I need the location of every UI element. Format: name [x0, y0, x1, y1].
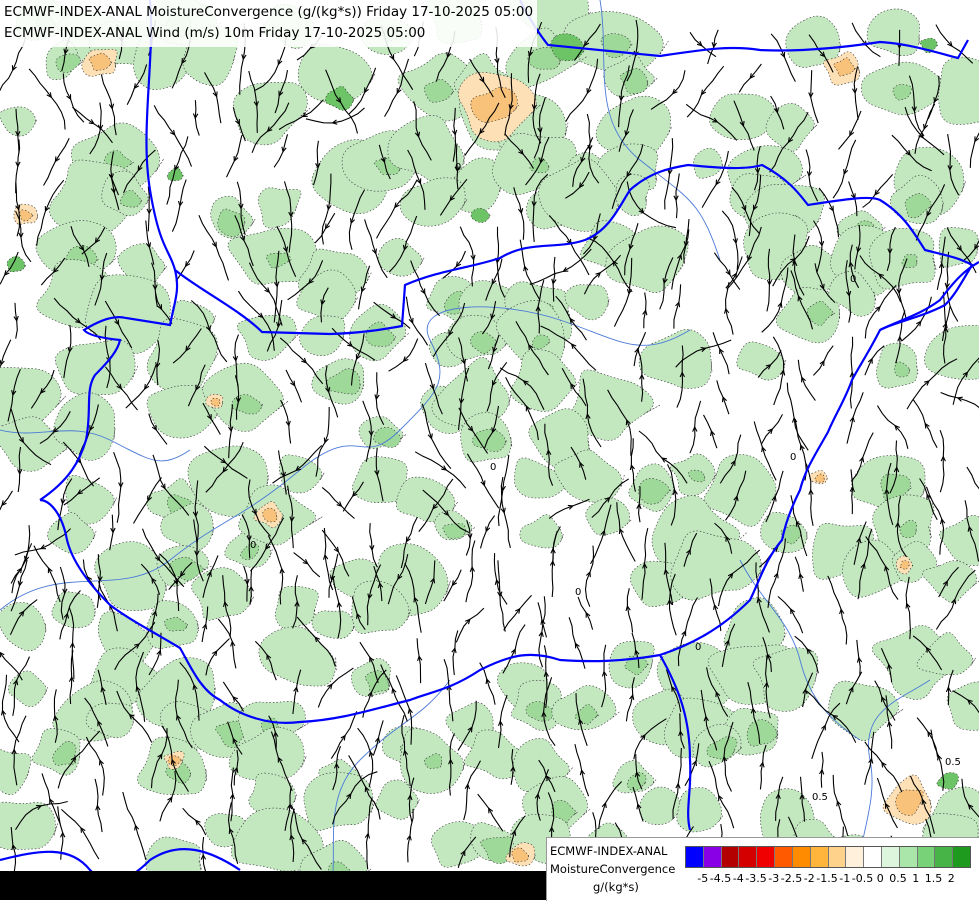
legend-tick: -3 [768, 872, 780, 885]
legend-color-0 [686, 847, 704, 867]
legend-color-13 [917, 847, 936, 867]
contour-label: 0 [455, 162, 461, 173]
legend-color-14 [935, 847, 954, 867]
legend-tick-labels: -5 -4.5 -4 -3.5 -3 -2.5 -2 -1.5 -1 -0.5 0 0.5 1 1.5 2 [683, 872, 979, 888]
contour-label: 0 [695, 642, 701, 653]
legend-color-6 [792, 847, 811, 867]
contour-label: 0.5 [812, 792, 828, 803]
legend-tick: -2 [803, 872, 815, 885]
legend-tick: -5 [697, 872, 709, 885]
legend-color-11 [881, 847, 900, 867]
legend-source: ECMWF-INDEX-ANAL [550, 844, 668, 858]
map-bottom-strip [0, 871, 560, 900]
legend-color-2 [721, 847, 740, 867]
color-legend: ECMWF-INDEX-ANAL MoistureConvergence g/(… [546, 837, 979, 901]
legend-color-10 [864, 847, 882, 867]
legend-tick: 1 [912, 872, 920, 885]
legend-color-7 [810, 847, 829, 867]
legend-color-1 [703, 847, 722, 867]
convergence-area [938, 56, 979, 125]
legend-color-15 [953, 847, 970, 867]
title-wind: ECMWF-INDEX-ANAL Wind (m/s) 10m Friday 1… [4, 25, 426, 41]
legend-tick: 0.5 [889, 872, 907, 885]
legend-color-4 [757, 847, 776, 867]
legend-color-5 [775, 847, 793, 867]
legend-tick: -4.5 [709, 872, 732, 885]
legend-tick: -4 [732, 872, 744, 885]
legend-tick: -0.5 [851, 872, 874, 885]
contour-label: 0 [575, 587, 581, 598]
contour-label: 0 [790, 452, 796, 463]
legend-tick: 2 [947, 872, 955, 885]
legend-tick: -1.5 [816, 872, 838, 885]
convergence-area [869, 227, 937, 290]
legend-color-12 [899, 847, 918, 867]
legend-color-9 [846, 847, 865, 867]
map-title: ECMWF-INDEX-ANAL MoistureConvergence (g/… [0, 0, 538, 47]
weather-map: 0 0 0 0 0 0 0 0.5 0.5 [0, 0, 979, 900]
legend-tick: -3.5 [745, 872, 767, 885]
legend-parameter: MoistureConvergence [550, 862, 676, 876]
contour-label: 0 [850, 274, 856, 285]
contour-label: 0 [490, 462, 496, 473]
legend-tick: -2.5 [780, 872, 803, 885]
contour-label: 0.5 [945, 757, 961, 768]
title-moisture-convergence: ECMWF-INDEX-ANAL MoistureConvergence (g/… [4, 4, 534, 20]
legend-tick: 1.5 [924, 872, 943, 885]
legend-tick: -1 [839, 872, 851, 885]
legend-unit: g/(kg*s) [593, 880, 639, 894]
legend-tick: 0 [876, 872, 884, 885]
legend-color-3 [739, 847, 758, 867]
legend-color-8 [828, 847, 847, 867]
legend-color-scale [685, 846, 971, 868]
contour-label: 0 [250, 540, 256, 551]
